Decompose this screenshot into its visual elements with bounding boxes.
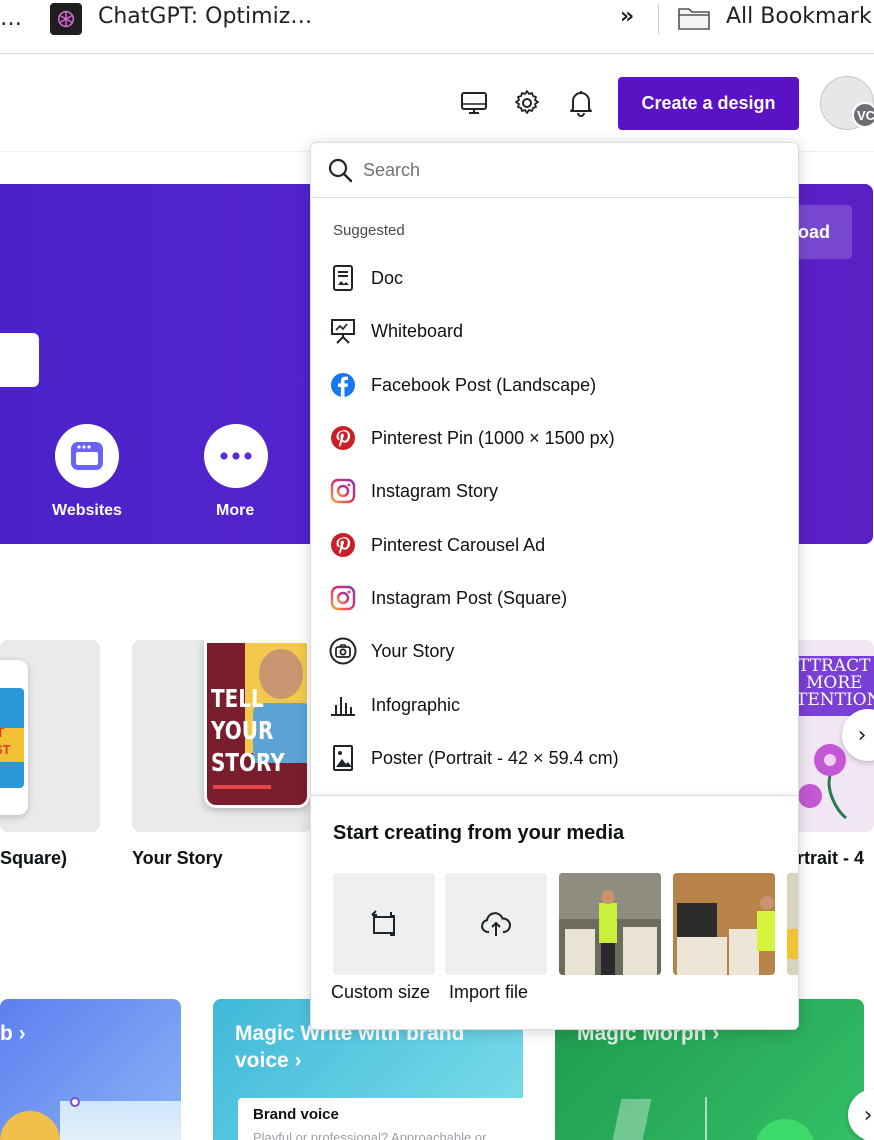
story-art: TELL YOUR STORY	[204, 640, 310, 808]
search-icon	[327, 157, 353, 183]
card-label-square: Square)	[0, 848, 68, 868]
suggestion-instagram-post[interactable]: Instagram Post (Square)	[311, 574, 798, 622]
design-search-input[interactable]	[363, 155, 783, 185]
suggestion-facebook-post[interactable]: Facebook Post (Landscape)	[311, 361, 798, 409]
card-your-story[interactable]: TELL YOUR STORY	[132, 640, 312, 832]
websites-label: Websites	[52, 502, 122, 519]
resize-icon	[371, 910, 395, 936]
card-art: T ST	[0, 688, 24, 788]
avatar-initials-badge: VC	[852, 102, 874, 128]
tile-magic-grab[interactable]: b ›	[0, 999, 181, 1140]
bookmark-chatgpt[interactable]: ChatGPT: Optimiz…	[98, 4, 312, 29]
chevron-right-icon: ›	[863, 1102, 873, 1128]
dropdown-search-row	[311, 143, 798, 198]
media-thumbnail[interactable]	[559, 873, 661, 975]
suggestion-doc[interactable]: Doc	[311, 254, 798, 302]
websites-button[interactable]	[55, 424, 119, 488]
camera-icon	[329, 637, 357, 665]
balloon-illustration	[0, 1111, 60, 1140]
more-dots-icon	[220, 452, 252, 460]
card-instagram-post[interactable]: T ST	[0, 640, 100, 832]
media-section: Start creating from your media Custom si…	[311, 795, 798, 1029]
suggestion-pinterest-pin[interactable]: Pinterest Pin (1000 × 1500 px)	[311, 414, 798, 462]
instagram-icon	[329, 584, 357, 612]
cloud-upload-icon	[481, 912, 511, 936]
suggestion-instagram-story[interactable]: Instagram Story	[311, 467, 798, 515]
hero-search-input[interactable]	[0, 333, 39, 387]
bookmarks-overflow-chevron-icon[interactable]: »	[620, 4, 634, 29]
brand-voice-card: Brand voice Playful or professional? App…	[238, 1098, 523, 1140]
folder-icon	[678, 6, 710, 30]
all-bookmarks-link[interactable]: All Bookmark	[726, 4, 872, 29]
create-design-dropdown: Suggested Doc Whiteboard Facebook Post (…	[310, 142, 799, 1030]
suggestion-poster[interactable]: Poster (Portrait - 42 × 59.4 cm)	[311, 734, 798, 782]
bar-chart-icon	[329, 691, 357, 719]
instagram-icon	[329, 477, 357, 505]
suggested-heading: Suggested	[333, 222, 405, 239]
website-icon	[71, 442, 103, 470]
suggestion-infographic[interactable]: Infographic	[311, 681, 798, 729]
media-thumbnail[interactable]	[673, 873, 775, 975]
more-label: More	[216, 502, 255, 519]
more-button[interactable]	[204, 424, 268, 488]
pinterest-icon	[329, 424, 357, 452]
suggestion-pinterest-carousel-ad[interactable]: Pinterest Carousel Ad	[311, 521, 798, 569]
poster-art: TTRACT MORE TENTION	[796, 656, 874, 716]
gear-icon[interactable]	[512, 88, 542, 118]
pinterest-icon	[329, 531, 357, 559]
custom-size-button[interactable]	[333, 873, 435, 975]
upload-button[interactable]: oad	[790, 205, 852, 259]
chevron-right-icon: ›	[857, 722, 867, 748]
facebook-icon	[329, 371, 357, 399]
bookmarks-bar: … ChatGPT: Optimiz… » All Bookmark	[0, 0, 874, 54]
suggestion-whiteboard[interactable]: Whiteboard	[311, 307, 798, 355]
media-thumbnail[interactable]	[787, 873, 798, 975]
desktop-icon[interactable]	[459, 88, 489, 118]
import-file-label: Import file	[449, 982, 529, 1002]
card-label-your-story: Your Story	[132, 848, 223, 868]
selection-handle	[70, 1097, 80, 1107]
doc-icon	[329, 264, 357, 292]
media-heading: Start creating from your media	[333, 822, 625, 844]
poster-icon	[329, 744, 357, 772]
bell-icon[interactable]	[566, 88, 596, 118]
whiteboard-icon	[329, 317, 357, 345]
import-file-button[interactable]	[445, 873, 547, 975]
bookmarks-divider	[658, 4, 659, 34]
suggestion-your-story[interactable]: Your Story	[311, 627, 798, 675]
chatgpt-favicon-icon	[50, 3, 82, 35]
bookmark-overflow-left[interactable]: …	[0, 6, 22, 31]
create-design-button[interactable]: Create a design	[618, 77, 799, 130]
custom-size-label: Custom size	[331, 982, 431, 1002]
